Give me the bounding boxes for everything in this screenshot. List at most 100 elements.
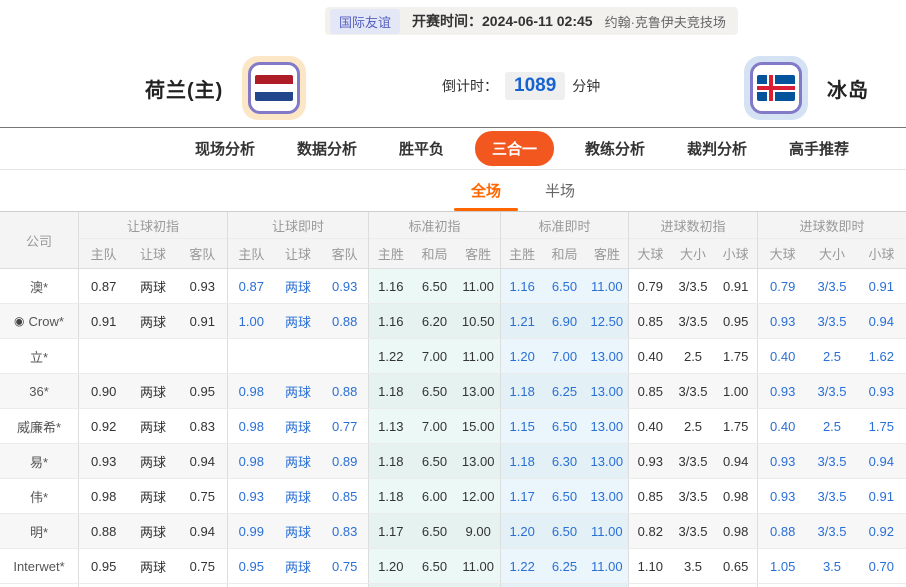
odds-cell: 0.93	[91, 453, 117, 469]
odds-cell: 0.91	[868, 488, 894, 504]
company-cell[interactable]: 易*	[0, 444, 78, 478]
odds-cell: 0.85	[637, 383, 663, 399]
company-cell[interactable]: ◉ Crow*	[0, 304, 78, 338]
odds-cell: 1.18	[378, 453, 404, 469]
netherlands-flag-image	[255, 75, 294, 101]
odds-cell: 0.99	[238, 523, 264, 539]
odds-cell: 两球	[139, 279, 166, 295]
odds-group: 0.79 3/3.5 0.91	[628, 269, 757, 303]
odds-cell: 6.50	[421, 453, 448, 469]
odds-cell: 两球	[285, 384, 312, 400]
countdown-unit: 分钟	[572, 78, 601, 94]
odds-group: 0.88 两球 0.94	[78, 514, 227, 548]
odds-group: 1.18 6.50 13.00	[368, 374, 500, 408]
odds-cell: 13.00	[590, 453, 624, 469]
odds-group: 1.16 6.20 10.50	[368, 304, 500, 338]
odds-group: 0.93 两球 0.85	[227, 479, 368, 513]
odds-group: 0.93 3/3.5 0.94	[628, 444, 757, 478]
odds-group: 1.17 6.50 9.00	[368, 514, 500, 548]
odds-cell: 6.30	[551, 453, 578, 469]
header-subcol: 客胜	[593, 247, 620, 262]
odds-cell: 6.50	[551, 523, 578, 539]
odds-cell: 0.91	[91, 313, 117, 329]
header-subcol: 小球	[868, 247, 895, 262]
odds-cell: 1.17	[509, 488, 535, 504]
odds-cell: 0.95	[238, 558, 264, 574]
header-group-4: 标准即时 主胜 和局 客胜	[500, 212, 628, 268]
company-cell[interactable]: 澳*	[0, 269, 78, 303]
odds-cell: 13.00	[461, 453, 495, 469]
kickoff-time: 开赛时间：2024-06-11 02:45	[412, 11, 593, 31]
odds-cell: 3/3.5	[678, 488, 708, 504]
header-group-label: 进球数初指	[629, 212, 757, 239]
odds-cell: 1.16	[378, 278, 404, 294]
odds-group: 1.00 两球 0.88	[227, 304, 368, 338]
nav-tab-4[interactable]: 三合一	[474, 131, 554, 166]
odds-group: 0.92 两球 0.83	[78, 409, 227, 443]
odds-cell: 3/3.5	[678, 383, 708, 399]
nav-tab-1[interactable]: 现场分析	[174, 138, 276, 159]
odds-group: 1.20 6.50 11.00	[500, 514, 628, 548]
odds-cell: 1.05	[770, 558, 796, 574]
company-cell[interactable]: 伟*	[0, 479, 78, 513]
odds-cell	[79, 339, 128, 373]
odds-cell: 0.79	[770, 278, 796, 294]
odds-cell: 1.22	[509, 558, 535, 574]
header-subcol: 大球	[637, 247, 664, 262]
company-name: Interwet*	[13, 558, 65, 574]
nav-tab-6[interactable]: 裁判分析	[666, 138, 768, 159]
odds-cell: 3/3.5	[678, 523, 708, 539]
header-subcols: 大球 大小 小球	[758, 239, 906, 268]
odds-group: 1.18 6.00 12.00	[368, 479, 500, 513]
odds-cell	[275, 339, 322, 373]
header-subcol: 主队	[238, 247, 265, 262]
odds-cell: 1.18	[509, 383, 535, 399]
nav-tab-5[interactable]: 教练分析	[564, 138, 666, 159]
subtab-1[interactable]: 全场	[449, 170, 523, 211]
odds-cell: 1.62	[868, 348, 894, 364]
company-cell[interactable]: 立*	[0, 339, 78, 373]
odds-group: 1.20 7.00 13.00	[500, 339, 628, 373]
nav-tab-3[interactable]: 胜平负	[378, 138, 465, 159]
odds-cell: 两球	[139, 314, 166, 330]
header-subcols: 主队 让球 客队	[79, 239, 227, 268]
subtab-2[interactable]: 半场	[523, 170, 597, 211]
nav-tab-7[interactable]: 高手推荐	[768, 138, 870, 159]
odds-cell: 0.88	[332, 313, 358, 329]
company-cell[interactable]: 明*	[0, 514, 78, 548]
odds-cell: 11.00	[462, 278, 494, 294]
odds-cell: 0.87	[91, 278, 117, 294]
company-cell[interactable]: Interwet*	[0, 549, 78, 583]
odds-cell: 6.25	[551, 558, 578, 574]
odds-group: 0.99 两球 0.83	[227, 514, 368, 548]
nav-tab-2[interactable]: 数据分析	[276, 138, 378, 159]
countdown: 倒计时： 1089 分钟	[442, 72, 600, 100]
odds-group: 0.87 两球 0.93	[78, 269, 227, 303]
odds-cell: 7.00	[551, 348, 578, 364]
odds-group: 0.40 2.5 1.75	[757, 409, 906, 443]
company-cell[interactable]: 威廉希*	[0, 409, 78, 443]
odds-cell: 3.5	[822, 558, 842, 574]
header-group-label: 让球即时	[228, 212, 368, 239]
odds-cell: 12.50	[590, 313, 624, 329]
odds-cell: 0.91	[868, 278, 894, 294]
odds-cell: 3/3.5	[817, 453, 847, 469]
odds-cell: 0.91	[189, 313, 215, 329]
odds-cell: 7.00	[421, 418, 448, 434]
odds-cell: 0.93	[637, 453, 663, 469]
odds-cell: 2.5	[683, 418, 703, 434]
odds-cell: 两球	[139, 489, 166, 505]
odds-cell: 0.89	[332, 453, 358, 469]
company-cell[interactable]: 36*	[0, 374, 78, 408]
odds-cell: 0.95	[189, 383, 215, 399]
odds-group: 0.98 两球 0.75	[78, 479, 227, 513]
odds-cell: 0.87	[238, 278, 264, 294]
odds-cell: 6.50	[421, 558, 448, 574]
odds-cell: 6.00	[421, 488, 448, 504]
odds-group: 0.98 两球 0.89	[227, 444, 368, 478]
odds-cell: 0.85	[637, 488, 663, 504]
company-name: 36*	[29, 383, 49, 399]
odds-cell: 3/3.5	[817, 383, 847, 399]
odds-cell: 1.13	[378, 418, 404, 434]
table-row: Interwet* 0.95 两球 0.75 0.95 两球 0.75 1.20 6.50 11.…	[0, 549, 906, 584]
